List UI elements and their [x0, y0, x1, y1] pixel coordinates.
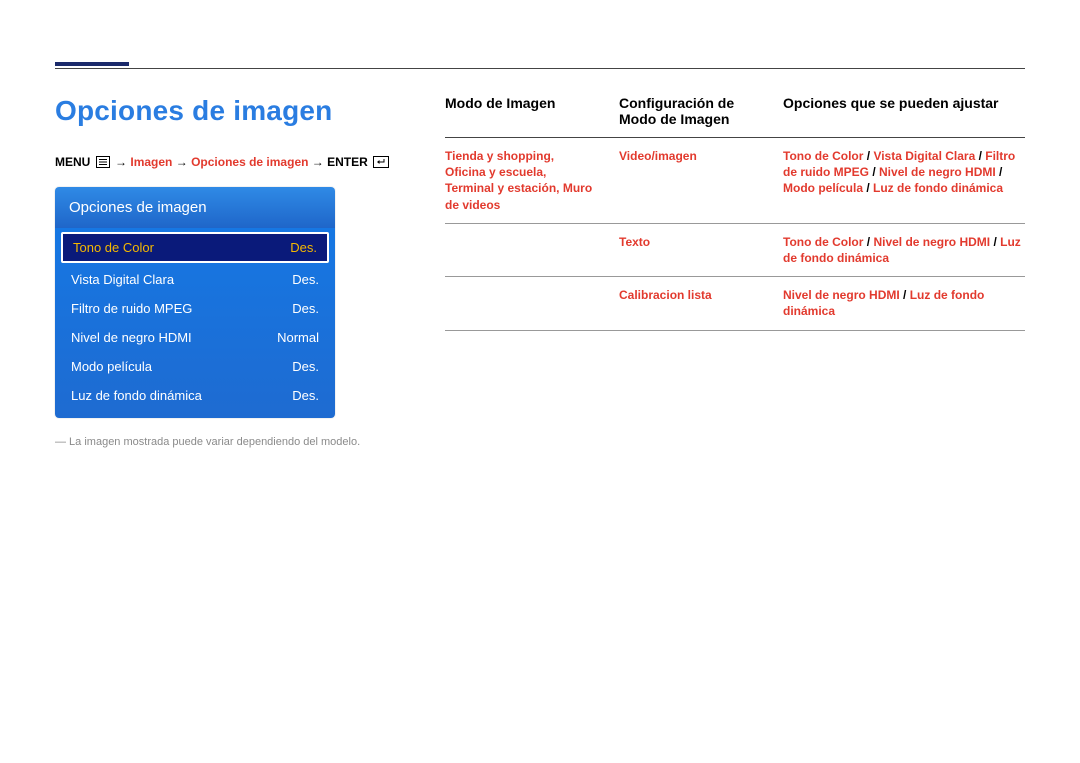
opt: Nivel de negro HDMI	[879, 165, 999, 179]
osd-row-value: Des.	[292, 388, 319, 403]
breadcrumb-enter: ENTER	[327, 155, 368, 169]
opt: Tono de Color	[783, 235, 867, 249]
breadcrumb-arrow-3: →	[312, 155, 324, 169]
breadcrumb-imagen: Imagen	[130, 155, 172, 169]
osd-row-label: Nivel de negro HDMI	[71, 330, 192, 345]
osd-row-vista-digital-clara[interactable]: Vista Digital Clara Des.	[59, 265, 331, 294]
osd-row-value: Des.	[292, 359, 319, 374]
table-row: Texto Tono de Color / Nivel de negro HDM…	[445, 224, 1025, 277]
osd-row-filtro-ruido-mpeg[interactable]: Filtro de ruido MPEG Des.	[59, 294, 331, 323]
breadcrumb: MENU → Imagen → Opciones de imagen → ENT…	[55, 155, 445, 169]
right-column: Modo de Imagen Configuración de Modo de …	[445, 95, 1025, 448]
td-config: Calibracion lista	[619, 287, 759, 319]
slash: /	[999, 165, 1002, 179]
osd-row-label: Luz de fondo dinámica	[71, 388, 202, 403]
osd-panel: Opciones de imagen Tono de Color Des. Vi…	[55, 187, 335, 418]
osd-row-label: Modo película	[71, 359, 152, 374]
osd-row-value: Des.	[292, 301, 319, 316]
accent-bar	[55, 62, 129, 66]
th-modo-de-imagen: Modo de Imagen	[445, 95, 595, 127]
opt: Modo película	[783, 181, 866, 195]
left-column: Opciones de imagen MENU → Imagen → Opcio…	[55, 95, 445, 448]
opt: Nivel de negro HDMI	[783, 288, 903, 302]
breadcrumb-opciones: Opciones de imagen	[191, 155, 308, 169]
td-opciones: Nivel de negro HDMI / Luz de fondo dinám…	[783, 287, 1025, 319]
opt: Tono de Color	[783, 149, 867, 163]
osd-body: Tono de Color Des. Vista Digital Clara D…	[55, 228, 335, 418]
th-opciones-ajustar: Opciones que se pueden ajustar	[783, 95, 1025, 127]
table-body: Tienda y shopping, Oficina y escuela, Te…	[445, 138, 1025, 331]
osd-row-luz-fondo-dinamica[interactable]: Luz de fondo dinámica Des.	[59, 381, 331, 410]
opt: Luz de fondo dinámica	[873, 181, 1003, 195]
menu-icon	[96, 156, 110, 168]
table-row: Tienda y shopping, Oficina y escuela, Te…	[445, 138, 1025, 224]
page-title: Opciones de imagen	[55, 95, 445, 127]
osd-title: Opciones de imagen	[55, 187, 335, 228]
osd-row-modo-pelicula[interactable]: Modo película Des.	[59, 352, 331, 381]
osd-row-value: Des.	[290, 240, 317, 255]
opt: Vista Digital Clara	[873, 149, 978, 163]
td-modo	[445, 287, 595, 319]
osd-row-tono-de-color[interactable]: Tono de Color Des.	[61, 232, 329, 263]
table-header: Modo de Imagen Configuración de Modo de …	[445, 95, 1025, 138]
osd-row-label: Filtro de ruido MPEG	[71, 301, 192, 316]
breadcrumb-arrow-2: →	[176, 155, 188, 169]
enter-icon	[373, 156, 389, 168]
td-modo	[445, 234, 595, 266]
top-rule	[55, 68, 1025, 69]
osd-row-value: Des.	[292, 272, 319, 287]
breadcrumb-arrow-1: →	[115, 155, 127, 169]
footnote: ― La imagen mostrada puede variar depend…	[55, 436, 445, 448]
table-row: Calibracion lista Nivel de negro HDMI / …	[445, 277, 1025, 330]
content-area: Opciones de imagen MENU → Imagen → Opcio…	[55, 95, 1025, 448]
osd-row-label: Tono de Color	[73, 240, 154, 255]
options-table: Modo de Imagen Configuración de Modo de …	[445, 95, 1025, 331]
td-config: Texto	[619, 234, 759, 266]
manual-page: Opciones de imagen MENU → Imagen → Opcio…	[0, 0, 1080, 763]
osd-row-nivel-negro-hdmi[interactable]: Nivel de negro HDMI Normal	[59, 323, 331, 352]
th-configuracion: Configuración de Modo de Imagen	[619, 95, 759, 127]
td-opciones: Tono de Color / Nivel de negro HDMI / Lu…	[783, 234, 1025, 266]
breadcrumb-menu: MENU	[55, 155, 90, 169]
td-config: Video/imagen	[619, 148, 759, 213]
osd-row-label: Vista Digital Clara	[71, 272, 174, 287]
td-opciones: Tono de Color / Vista Digital Clara / Fi…	[783, 148, 1025, 213]
opt: Nivel de negro HDMI	[873, 235, 993, 249]
slash: /	[903, 288, 910, 302]
td-modo: Tienda y shopping, Oficina y escuela, Te…	[445, 148, 595, 213]
osd-row-value: Normal	[277, 330, 319, 345]
slash: /	[872, 165, 879, 179]
slash: /	[866, 181, 873, 195]
